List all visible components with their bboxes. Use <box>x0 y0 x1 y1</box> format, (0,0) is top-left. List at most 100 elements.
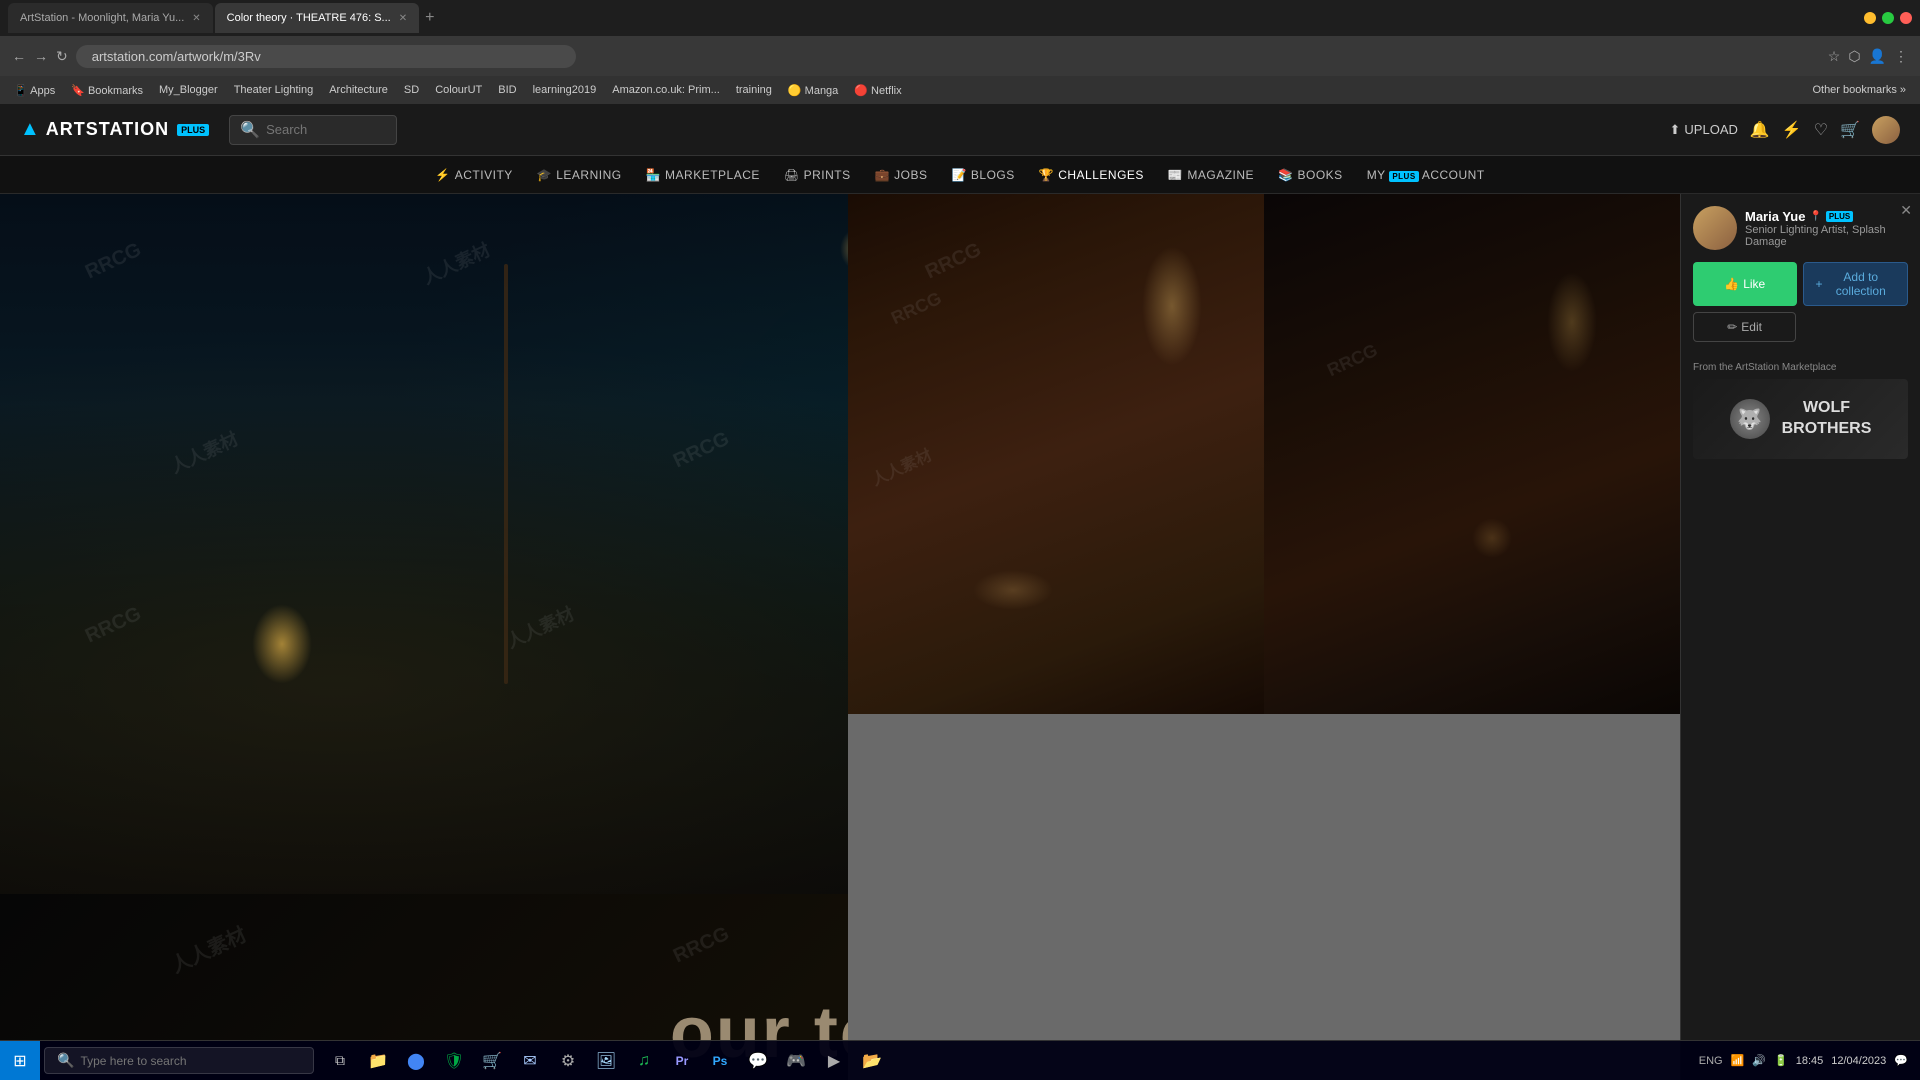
challenges-icon: 🏆 <box>1039 168 1054 182</box>
notification-icon[interactable]: 🔔 <box>1750 120 1770 140</box>
artist-avatar[interactable] <box>1693 206 1737 250</box>
nav-magazine[interactable]: 📰 MAGAZINE <box>1168 168 1254 182</box>
bookmark-amazon[interactable]: Amazon.co.uk: Prim... <box>606 82 726 98</box>
search-bar[interactable]: 🔍 <box>229 115 397 145</box>
taskbar-icon-group: ⧉ 📁 ⬤ 🛡 🛒 ✉ ⚙ 🖼 ♫ Pr Ps <box>322 1043 890 1079</box>
nav-marketplace-label: MARKETPLACE <box>665 168 760 182</box>
secondary-images: RRCG 人人素材 RRCG <box>848 194 1680 714</box>
taskbar-spotify[interactable]: ♫ <box>626 1043 662 1079</box>
jobs-icon: 💼 <box>875 168 890 182</box>
artstation-logo[interactable]: ▲ ARTSTATION PLUS <box>20 118 209 141</box>
menu-icon[interactable]: ⋮ <box>1894 48 1908 65</box>
discord-icon: 💬 <box>748 1051 768 1071</box>
bookmark-sd[interactable]: SD <box>398 82 425 98</box>
nav-my-account[interactable]: MY PLUS ACCOUNT <box>1367 168 1485 182</box>
taskbar-game[interactable]: 🎮 <box>778 1043 814 1079</box>
bookmark-theater[interactable]: Theater Lighting <box>228 82 320 98</box>
artist-title: Senior Lighting Artist, Splash Damage <box>1745 224 1908 248</box>
artist-plus-badge: PLUS <box>1826 211 1853 222</box>
taskbar-photos[interactable]: 🖼 <box>588 1043 624 1079</box>
taskbar-chrome[interactable]: ⬤ <box>398 1043 434 1079</box>
bookmark-colourut[interactable]: ColourUT <box>429 82 488 98</box>
extensions-icon[interactable]: ⬡ <box>1848 48 1860 65</box>
cart-icon[interactable]: 🛒 <box>1840 120 1860 140</box>
user-avatar[interactable] <box>1872 116 1900 144</box>
like-label: Like <box>1743 277 1765 291</box>
edit-button[interactable]: ✏ Edit <box>1693 312 1796 342</box>
marketplace-label: From the ArtStation Marketplace <box>1693 362 1908 373</box>
window-maximize[interactable] <box>1882 12 1894 24</box>
bookmark-other[interactable]: Other bookmarks » <box>1806 82 1912 98</box>
tab-add-button[interactable]: + <box>425 9 434 27</box>
bookmark-blogger[interactable]: My_Blogger <box>153 82 224 98</box>
lightning-icon[interactable]: ⚡ <box>1782 120 1802 140</box>
search-input[interactable] <box>266 122 386 137</box>
panel-close-button[interactable]: ✕ <box>1900 202 1912 219</box>
nav-learning[interactable]: 🎓 LEARNING <box>537 168 622 182</box>
upload-button[interactable]: ⬆ UPLOAD <box>1670 122 1738 138</box>
back-button[interactable]: ← <box>12 48 26 64</box>
taskbar-media-player[interactable]: ▶ <box>816 1043 852 1079</box>
magazine-icon: 📰 <box>1168 168 1183 182</box>
bookmark-bookmarks[interactable]: 🔖 Bookmarks <box>65 82 149 99</box>
forward-button[interactable]: → <box>34 48 48 64</box>
nav-marketplace[interactable]: 🏪 MARKETPLACE <box>646 168 760 182</box>
bookmark-learning[interactable]: learning2019 <box>527 82 603 98</box>
bookmark-netflix[interactable]: 🔴 Netflix <box>848 82 907 99</box>
upload-icon: ⬆ <box>1670 122 1681 138</box>
learning-icon: 🎓 <box>537 168 552 182</box>
nav-jobs[interactable]: 💼 JOBS <box>875 168 928 182</box>
taskbar-settings[interactable]: ⚙ <box>550 1043 586 1079</box>
address-input[interactable] <box>76 45 576 68</box>
right-panel: ✕ Maria Yue 📍 PLUS Senior Lighting Artis… <box>1680 194 1920 1080</box>
bookmark-bid[interactable]: BID <box>492 82 522 98</box>
nav-challenges[interactable]: 🏆 CHALLENGES <box>1039 168 1144 182</box>
bookmark-manga[interactable]: 🟡 Manga <box>782 82 844 99</box>
taskbar-store[interactable]: 🛒 <box>474 1043 510 1079</box>
taskbar-discord[interactable]: 💬 <box>740 1043 776 1079</box>
like-button[interactable]: 👍 Like <box>1693 262 1797 306</box>
taskbar-security[interactable]: 🛡 <box>436 1043 472 1079</box>
wolf-brothers-ad: 🐺 WOLF BROTHERS <box>1693 379 1908 459</box>
spotify-icon: ♫ <box>638 1052 650 1070</box>
taskbar-search-icon: 🔍 <box>57 1052 74 1069</box>
taskbar-search-input[interactable] <box>80 1054 301 1068</box>
tab-color-theory[interactable]: Color theory · THEATRE 476: S... ✕ <box>215 3 419 33</box>
nav-blogs[interactable]: 📝 BLOGS <box>951 168 1014 182</box>
artist-pin-icon: 📍 <box>1809 211 1821 222</box>
star-icon[interactable]: ☆ <box>1828 48 1841 65</box>
bookmark-architecture[interactable]: Architecture <box>323 82 394 98</box>
reload-button[interactable]: ↻ <box>56 48 68 65</box>
tab-color-theory-close[interactable]: ✕ <box>399 13 407 24</box>
artstation-header: ▲ ARTSTATION PLUS 🔍 ⬆ UPLOAD 🔔 ⚡ ♡ 🛒 <box>0 104 1920 156</box>
account-icon[interactable]: 👤 <box>1869 48 1886 65</box>
bookmark-apps[interactable]: 📱 Apps <box>8 82 61 99</box>
taskbar-photoshop[interactable]: Ps <box>702 1043 738 1079</box>
nav-prints[interactable]: 🖨 PRINTS <box>784 168 851 182</box>
marketplace-ad[interactable]: 🐺 WOLF BROTHERS <box>1693 379 1908 459</box>
bookmarks-bar: 📱 Apps 🔖 Bookmarks My_Blogger Theater Li… <box>0 76 1920 104</box>
secondary-image-2[interactable]: RRCG <box>1264 194 1680 714</box>
taskbar-premiere[interactable]: Pr <box>664 1043 700 1079</box>
heart-icon[interactable]: ♡ <box>1814 120 1828 140</box>
taskbar-mail[interactable]: ✉ <box>512 1043 548 1079</box>
window-minimize[interactable] <box>1864 12 1876 24</box>
taskbar-file-explorer[interactable]: 📁 <box>360 1043 396 1079</box>
start-button[interactable]: ⊞ <box>0 1041 40 1080</box>
taskbar-search-bar[interactable]: 🔍 <box>44 1047 314 1074</box>
nav-books[interactable]: 📚 BOOKS <box>1278 168 1343 182</box>
taskbar-explorer2[interactable]: 📂 <box>854 1043 890 1079</box>
as-logo-icon: ▲ <box>20 118 40 141</box>
nav-activity[interactable]: ⚡ ACTIVITY <box>435 168 512 182</box>
window-close[interactable] <box>1900 12 1912 24</box>
tab-artstation-label: ArtStation - Moonlight, Maria Yu... <box>20 12 184 24</box>
tab-artstation[interactable]: ArtStation - Moonlight, Maria Yu... ✕ <box>8 3 213 33</box>
bookmark-training[interactable]: training <box>730 82 778 98</box>
notification-center-icon[interactable]: 💬 <box>1894 1054 1908 1067</box>
secondary-image-1[interactable]: RRCG 人人素材 <box>848 194 1264 714</box>
bookmark-theater-label: Theater Lighting <box>234 84 314 96</box>
tab-artstation-close[interactable]: ✕ <box>192 13 200 24</box>
add-collection-button[interactable]: + Add to collection <box>1803 262 1909 306</box>
taskbar-task-view[interactable]: ⧉ <box>322 1043 358 1079</box>
artist-name: Maria Yue 📍 PLUS <box>1745 209 1908 224</box>
